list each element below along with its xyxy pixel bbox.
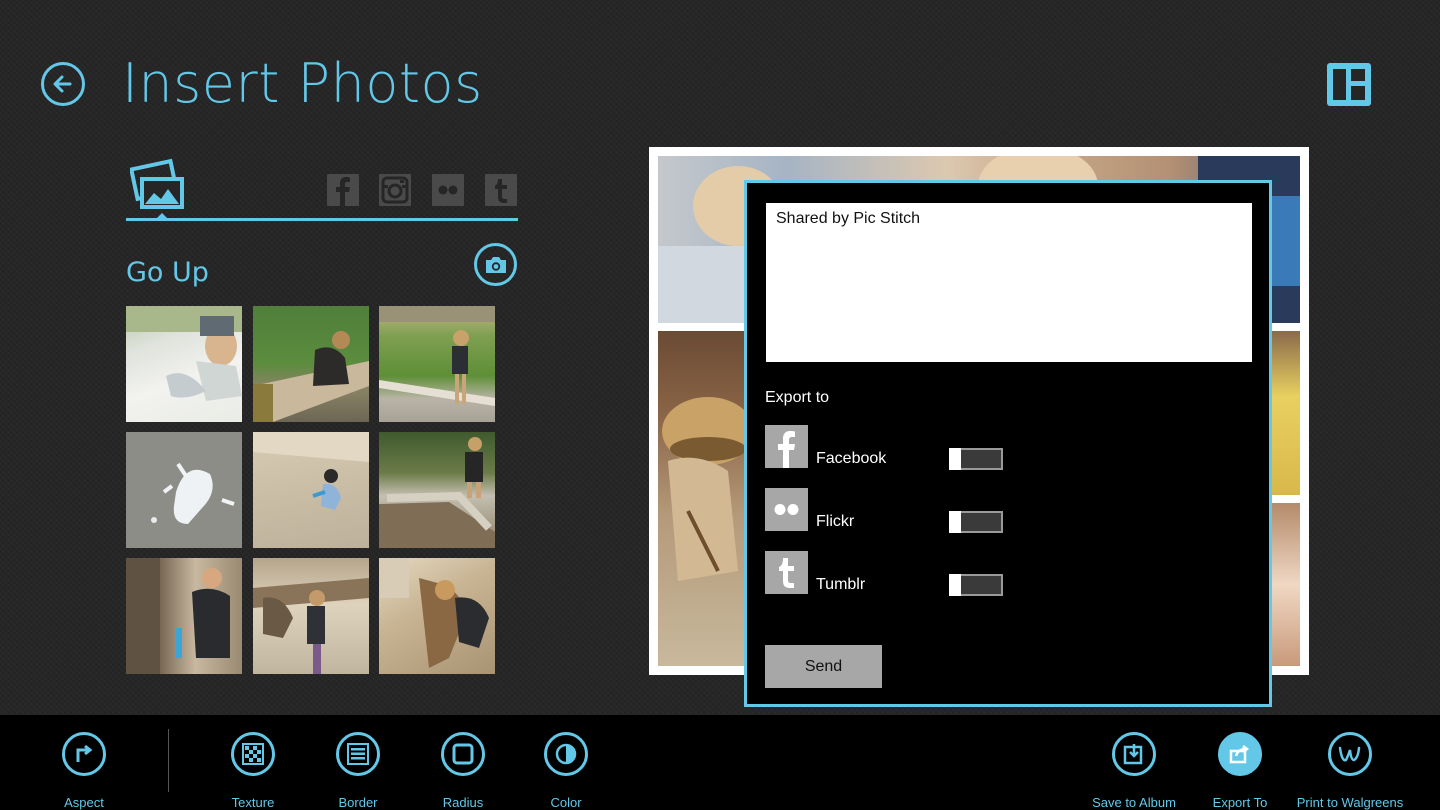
texture-label: Texture	[231, 795, 275, 810]
tab-facebook[interactable]	[327, 174, 359, 206]
back-arrow-icon	[53, 75, 72, 93]
layout-button[interactable]	[1327, 63, 1371, 106]
save-to-album-icon	[1112, 732, 1156, 776]
photo-thumbnail[interactable]	[253, 432, 369, 548]
tab-tumblr[interactable]	[485, 174, 517, 206]
color-icon	[544, 732, 588, 776]
toggle-knob	[949, 448, 961, 470]
layout-grid-icon	[1327, 63, 1371, 106]
facebook-icon	[336, 177, 350, 206]
toggle-switch[interactable]	[949, 511, 1003, 533]
service-name: Flickr	[816, 513, 855, 530]
flickr-icon	[765, 488, 808, 531]
photo-thumbnail[interactable]	[253, 558, 369, 674]
collage-cell-right-top[interactable]	[1270, 331, 1300, 495]
export-to-label: Export to	[765, 389, 830, 406]
export-dialog: Shared by Pic Stitch Export to Facebook …	[744, 180, 1272, 707]
radius-label: Radius	[442, 795, 484, 810]
send-button[interactable]: Send	[765, 645, 882, 688]
share-message-input[interactable]: Shared by Pic Stitch	[766, 203, 1252, 362]
photo-thumbnail[interactable]	[379, 558, 495, 674]
photo-thumbnail[interactable]	[126, 432, 242, 548]
tumblr-icon	[495, 179, 507, 203]
border-icon	[336, 732, 380, 776]
camera-button[interactable]	[474, 243, 517, 286]
photo-thumbnail[interactable]	[379, 306, 495, 422]
photo-thumbnail[interactable]	[126, 558, 242, 674]
color-button[interactable]: Color	[511, 732, 621, 810]
toggle-knob	[949, 574, 961, 596]
tab-instagram[interactable]	[379, 174, 411, 206]
collage-cell-right-bottom[interactable]	[1270, 503, 1300, 666]
print-to-walgreens-button[interactable]: Print to Walgreens	[1285, 732, 1415, 810]
aspect-icon	[62, 732, 106, 776]
app-bar-divider	[168, 729, 169, 792]
go-up-link[interactable]: Go Up	[126, 257, 209, 288]
instagram-icon	[381, 176, 409, 204]
facebook-icon	[765, 425, 808, 468]
collage-cell-left[interactable]	[658, 331, 746, 666]
texture-icon	[231, 732, 275, 776]
tab-underline	[126, 218, 518, 221]
walgreens-icon	[1328, 732, 1372, 776]
photo-thumbnail[interactable]	[126, 306, 242, 422]
camera-icon	[485, 256, 506, 273]
color-label: Color	[550, 795, 582, 810]
export-icon	[1218, 732, 1262, 776]
print-to-walgreens-label: Print to Walgreens	[1296, 795, 1404, 810]
save-to-album-label: Save to Album	[1092, 795, 1176, 810]
radius-icon	[441, 732, 485, 776]
radius-button[interactable]: Radius	[408, 732, 518, 810]
page-title: Insert Photos	[122, 52, 483, 115]
photo-thumbnail[interactable]	[379, 432, 495, 548]
toggle-switch[interactable]	[949, 448, 1003, 470]
toggle-knob	[949, 511, 961, 533]
photo-source-tabs	[126, 155, 518, 222]
photo-thumbnail[interactable]	[253, 306, 369, 422]
service-name: Tumblr	[816, 576, 866, 593]
save-to-album-button[interactable]: Save to Album	[1079, 732, 1189, 810]
tab-flickr[interactable]	[432, 174, 464, 206]
toggle-switch[interactable]	[949, 574, 1003, 596]
aspect-label: Aspect	[64, 795, 104, 810]
tab-device-photos[interactable]	[128, 157, 186, 221]
aspect-button[interactable]: Aspect	[29, 732, 139, 810]
export-to-label: Export To	[1212, 795, 1268, 810]
texture-button[interactable]: Texture	[198, 732, 308, 810]
flickr-icon	[438, 185, 458, 195]
service-name: Facebook	[816, 450, 887, 467]
tumblr-icon	[765, 551, 808, 594]
export-to-button[interactable]: Export To	[1185, 732, 1295, 810]
back-button[interactable]	[41, 62, 85, 106]
pictures-icon	[128, 158, 184, 221]
border-label: Border	[338, 795, 378, 810]
border-button[interactable]: Border	[303, 732, 413, 810]
